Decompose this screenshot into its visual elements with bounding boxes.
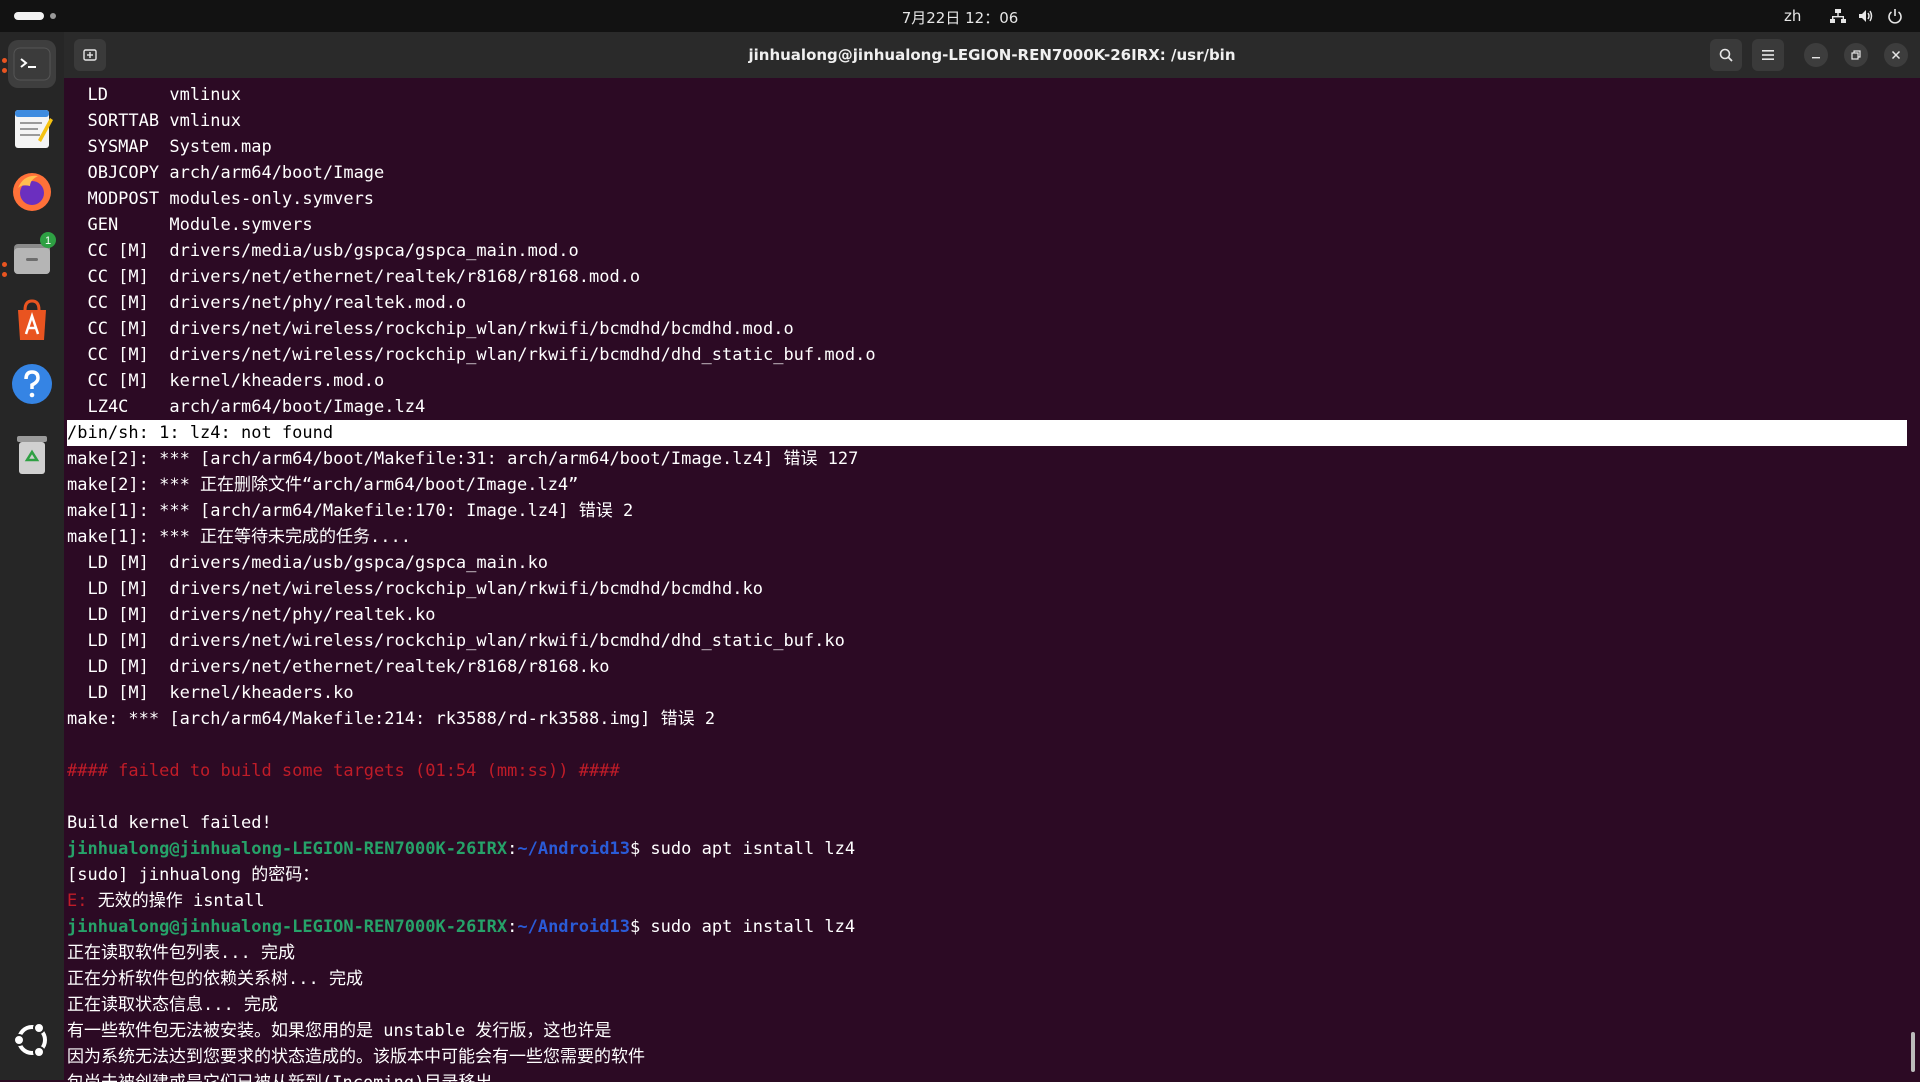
dock-trash[interactable] <box>8 430 56 478</box>
command-text: $ sudo apt install lz4 <box>629 917 856 937</box>
terminal-line: make[2]: *** [arch/arm64/boot/Makefile:3… <box>67 449 859 469</box>
command-text: $ sudo apt isntall lz4 <box>629 839 856 859</box>
minimize-icon <box>1812 57 1820 59</box>
terminal-line: 正在读取软件包列表... 完成 <box>67 943 295 963</box>
terminal-line: LD [M] kernel/kheaders.ko <box>67 683 354 703</box>
files-badge: 1 <box>45 235 51 247</box>
terminal-line: MODPOST modules-only.symvers <box>67 189 375 209</box>
dock-app-center[interactable] <box>8 296 56 344</box>
terminal-line: LD [M] drivers/net/wireless/rockchip_wla… <box>67 579 763 599</box>
top-bar: 7月22日 12：06 zh <box>0 0 1920 32</box>
terminal-line: 因为系统无法达到您要求的状态造成的。该版本中可能会有一些您需要的软件 <box>67 1047 645 1067</box>
input-method-indicator[interactable]: zh <box>1784 7 1801 25</box>
dock-show-apps[interactable] <box>8 1016 56 1064</box>
prompt-path: ~/Android13 <box>517 917 630 937</box>
terminal-output[interactable]: LD vmlinux SORTTAB vmlinux SYSMAP System… <box>67 82 1907 1082</box>
terminal-error-line: E: 无效的操作 isntall <box>67 888 1907 914</box>
terminal-line: GEN Module.symvers <box>67 215 313 235</box>
restore-button[interactable] <box>1844 43 1868 67</box>
terminal-line: CC [M] drivers/net/wireless/rockchip_wla… <box>67 319 794 339</box>
terminal-line: CC [M] kernel/kheaders.mod.o <box>67 371 385 391</box>
terminal-line: [sudo] jinhualong 的密码： <box>67 865 320 885</box>
search-button[interactable] <box>1710 39 1742 71</box>
terminal-line: SORTTAB vmlinux <box>67 111 241 131</box>
dock-files[interactable]: 1 <box>8 232 56 280</box>
terminal-line: SYSMAP System.map <box>67 137 272 157</box>
dock: 1 <box>0 32 64 1080</box>
terminal-prompt-line: jinhualong@jinhualong-LEGION-REN7000K-26… <box>67 836 1907 862</box>
terminal-line: Build kernel failed! <box>67 813 272 833</box>
terminal-line: 有一些软件包无法被安装。如果您用的是 unstable 发行版，这也许是 <box>67 1021 612 1041</box>
terminal-line: CC [M] drivers/net/phy/realtek.mod.o <box>67 293 467 313</box>
header-bar: jinhualong@jinhualong-LEGION-REN7000K-26… <box>64 32 1920 78</box>
terminal-line: LD [M] drivers/media/usb/gspca/gspca_mai… <box>67 553 549 573</box>
window-title: jinhualong@jinhualong-LEGION-REN7000K-26… <box>748 46 1236 64</box>
error-prefix: E: <box>67 891 88 911</box>
terminal-line: OBJCOPY arch/arm64/boot/Image <box>67 163 385 183</box>
network-icon[interactable] <box>1829 7 1847 25</box>
prompt-colon: : <box>507 839 518 859</box>
hamburger-menu-icon <box>1762 50 1774 60</box>
firefox-icon <box>13 173 51 211</box>
restore-icon <box>1851 50 1861 60</box>
scrollbar[interactable] <box>1911 1032 1915 1072</box>
prompt-user: jinhualong@jinhualong-LEGION-REN7000K-26… <box>67 917 508 937</box>
dock-help[interactable] <box>8 360 56 408</box>
terminal-line: CC [M] drivers/net/ethernet/realtek/r816… <box>67 267 641 287</box>
terminal-line-selected[interactable]: /bin/sh: 1: lz4: not found <box>67 420 1907 446</box>
files-icon: 1 <box>14 232 56 274</box>
terminal-line: CC [M] drivers/net/wireless/rockchip_wla… <box>67 345 876 365</box>
dock-terminal[interactable] <box>8 40 56 88</box>
terminal-line: make: *** [arch/arm64/Makefile:214: rk35… <box>67 709 716 729</box>
prompt-path: ~/Android13 <box>517 839 630 859</box>
power-icon[interactable] <box>1886 7 1904 25</box>
terminal-line: make[2]: *** 正在删除文件“arch/arm64/boot/Imag… <box>67 475 579 495</box>
close-icon <box>1891 50 1901 60</box>
dock-text-editor[interactable] <box>8 104 56 152</box>
running-indicator <box>2 262 7 267</box>
terminal-line-error: #### failed to build some targets (01:54… <box>67 761 620 781</box>
menu-button[interactable] <box>1752 39 1784 71</box>
terminal-line: make[1]: *** [arch/arm64/Makefile:170: I… <box>67 501 634 521</box>
search-icon <box>1719 48 1733 62</box>
terminal-line: LZ4C arch/arm64/boot/Image.lz4 <box>67 397 426 417</box>
terminal-line: LD [M] drivers/net/ethernet/realtek/r816… <box>67 657 610 677</box>
help-icon <box>12 364 52 404</box>
app-center-icon <box>18 299 46 340</box>
terminal-line: make[1]: *** 正在等待未完成的任务.... <box>67 527 411 547</box>
terminal-line: 包尚未被创建或是它们已被从新到(Incoming)目录移出。 <box>67 1070 1907 1082</box>
minimize-button[interactable] <box>1804 43 1828 67</box>
terminal-window: jinhualong@jinhualong-LEGION-REN7000K-26… <box>64 32 1920 1082</box>
volume-icon[interactable] <box>1857 7 1875 25</box>
prompt-colon: : <box>507 917 518 937</box>
ubuntu-logo-icon <box>13 1022 47 1058</box>
terminal-icon <box>13 47 51 81</box>
terminal-line: LD [M] drivers/net/wireless/rockchip_wla… <box>67 631 845 651</box>
error-message: 无效的操作 isntall <box>87 891 265 911</box>
terminal-line: 正在读取状态信息... 完成 <box>67 995 278 1015</box>
running-indicator <box>2 68 7 73</box>
terminal-line: CC [M] drivers/media/usb/gspca/gspca_mai… <box>67 241 579 261</box>
running-indicator <box>2 272 7 277</box>
prompt-user: jinhualong@jinhualong-LEGION-REN7000K-26… <box>67 839 508 859</box>
text-editor-icon <box>15 110 53 148</box>
trash-icon <box>17 436 47 474</box>
close-button[interactable] <box>1884 43 1908 67</box>
terminal-line: LD [M] drivers/net/phy/realtek.ko <box>67 605 436 625</box>
terminal-line: 正在分析软件包的依赖关系树... 完成 <box>67 969 363 989</box>
terminal-prompt-line: jinhualong@jinhualong-LEGION-REN7000K-26… <box>67 914 1907 940</box>
clock[interactable]: 7月22日 12：06 <box>0 7 1920 28</box>
terminal-line: LD vmlinux <box>67 85 241 105</box>
running-indicator <box>2 58 7 63</box>
dock-firefox[interactable] <box>8 168 56 216</box>
